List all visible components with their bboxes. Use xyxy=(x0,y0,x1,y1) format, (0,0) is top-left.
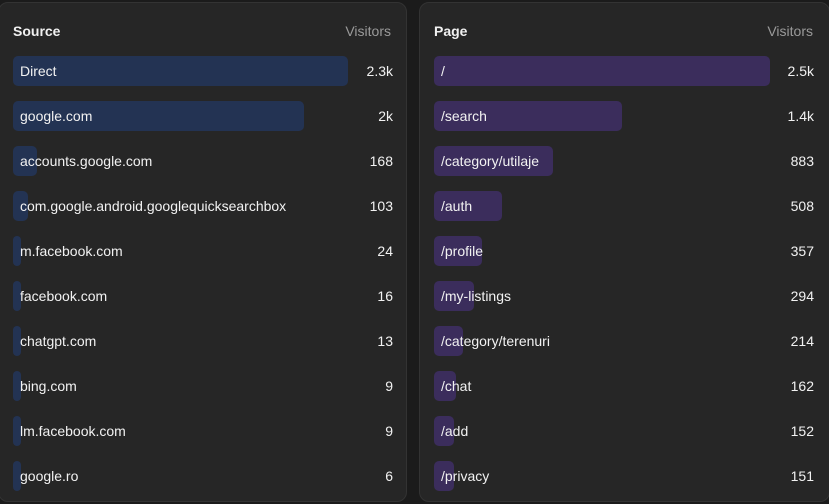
sources-row-label: com.google.android.googlequicksearchbox xyxy=(20,198,287,214)
sources-row-value: 9 xyxy=(385,423,393,439)
sources-row-label: google.ro xyxy=(20,468,79,484)
pages-row-value: 162 xyxy=(790,378,814,394)
sources-row-value: 24 xyxy=(377,243,393,259)
pages-row-label: /chat xyxy=(441,378,472,394)
sources-row[interactable]: google.com 2k xyxy=(13,101,393,131)
sources-row-label: accounts.google.com xyxy=(20,153,153,169)
sources-row[interactable]: bing.com 9 xyxy=(13,371,393,401)
pages-row-value: 294 xyxy=(790,288,814,304)
sources-row[interactable]: Direct 2.3k xyxy=(13,56,393,86)
sources-row-value: 6 xyxy=(385,468,393,484)
pages-row[interactable]: / 2.5k xyxy=(434,56,814,86)
sources-row-label: google.com xyxy=(20,108,93,124)
pages-row-value: 883 xyxy=(790,153,814,169)
pages-row[interactable]: /add 152 xyxy=(434,416,814,446)
pages-row-label: /category/utilaje xyxy=(441,153,540,169)
pages-row[interactable]: /my-listings 294 xyxy=(434,281,814,311)
sources-row[interactable]: m.facebook.com 24 xyxy=(13,236,393,266)
pages-title: Page xyxy=(434,23,468,39)
sources-row-value: 103 xyxy=(369,198,393,214)
pages-panel: Page Visitors / 2.5k/search 1.4k/category/… xyxy=(419,2,829,502)
pages-row[interactable]: /chat 162 xyxy=(434,371,814,401)
pages-row[interactable]: /category/utilaje 883 xyxy=(434,146,814,176)
pages-row[interactable]: /privacy 151 xyxy=(434,461,814,491)
pages-row-value: 2.5k xyxy=(787,63,814,79)
sources-row[interactable]: google.ro 6 xyxy=(13,461,393,491)
sources-title: Source xyxy=(13,23,61,39)
pages-row-value: 1.4k xyxy=(787,108,814,124)
sources-row-value: 16 xyxy=(377,288,393,304)
sources-row[interactable]: facebook.com 16 xyxy=(13,281,393,311)
sources-row-bar xyxy=(13,56,348,86)
pages-row-bar xyxy=(434,56,770,86)
sources-row-label: facebook.com xyxy=(20,288,108,304)
sources-row-value: 9 xyxy=(385,378,393,394)
sources-row[interactable]: chatgpt.com 13 xyxy=(13,326,393,356)
pages-row-value: 357 xyxy=(790,243,814,259)
pages-row-value: 152 xyxy=(790,423,814,439)
sources-row-value: 13 xyxy=(377,333,393,349)
pages-row-label: /profile xyxy=(441,243,484,259)
sources-row-value: 2k xyxy=(378,108,393,124)
pages-row-label: /search xyxy=(441,108,487,124)
pages-row[interactable]: /auth 508 xyxy=(434,191,814,221)
sources-row-label: bing.com xyxy=(20,378,77,394)
sources-row[interactable]: com.google.android.googlequicksearchbox 1… xyxy=(13,191,393,221)
pages-row-value: 508 xyxy=(790,198,814,214)
pages-row[interactable]: /category/terenuri 214 xyxy=(434,326,814,356)
sources-metric-header: Visitors xyxy=(345,23,391,39)
pages-row-label: /my-listings xyxy=(441,288,512,304)
pages-row-value: 214 xyxy=(790,333,814,349)
sources-row[interactable]: lm.facebook.com 9 xyxy=(13,416,393,446)
pages-row-label: /auth xyxy=(441,198,473,214)
sources-row-label: m.facebook.com xyxy=(20,243,123,259)
sources-row-value: 2.3k xyxy=(366,63,393,79)
sources-row-label: chatgpt.com xyxy=(20,333,97,349)
pages-row-label: /category/terenuri xyxy=(441,333,550,349)
pages-metric-header: Visitors xyxy=(767,23,813,39)
pages-row-label: / xyxy=(441,63,445,79)
sources-row-label: lm.facebook.com xyxy=(20,423,126,439)
sources-row-value: 168 xyxy=(369,153,393,169)
analytics-breakdown: Source Visitors Direct 2.3k google.com 2k ac… xyxy=(0,0,829,504)
pages-row-label: /add xyxy=(441,423,469,439)
sources-row[interactable]: accounts.google.com 168 xyxy=(13,146,393,176)
pages-row-value: 151 xyxy=(790,468,814,484)
sources-panel: Source Visitors Direct 2.3k google.com 2k ac… xyxy=(0,2,407,502)
sources-row-label: Direct xyxy=(20,63,57,79)
pages-row[interactable]: /search 1.4k xyxy=(434,101,814,131)
pages-row[interactable]: /profile 357 xyxy=(434,236,814,266)
pages-row-label: /privacy xyxy=(441,468,490,484)
